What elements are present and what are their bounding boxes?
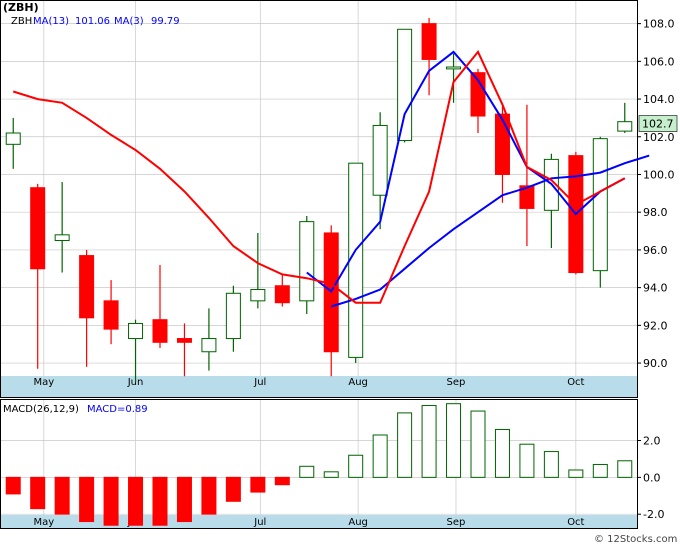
price-month-label: Sep: [447, 377, 466, 388]
macd-bar: [543, 451, 559, 478]
macd-bar: [54, 476, 70, 515]
price-panel: [0, 0, 638, 398]
legend-ma13-label: MA(13): [33, 16, 69, 27]
candle-body: [103, 300, 119, 330]
price-tick-label: 100.0: [643, 168, 675, 181]
macd-bar: [470, 410, 486, 478]
legend-ma13-value: 101.06: [75, 16, 110, 27]
macd-month-label: Aug: [348, 517, 368, 528]
candle-body: [5, 132, 21, 145]
macd-bar: [225, 476, 241, 502]
price-month-label: Jul: [253, 377, 266, 388]
candle-body: [128, 322, 144, 340]
macd-bar: [421, 405, 437, 478]
candle-body: [250, 289, 266, 302]
candle-body: [201, 338, 217, 353]
copyright: © 12Stocks.com: [594, 534, 677, 545]
macd-tick-label: 0.0: [643, 471, 661, 484]
price-tick-label: 90.0: [643, 357, 668, 370]
price-tick-label: 108.0: [643, 18, 675, 31]
macd-tick-label: 2.0: [643, 435, 661, 448]
stock-chart: May Jun Jul Aug Sep Oct 90.092.094.096.098.01…: [0, 0, 678, 545]
price-tick-label: 92.0: [643, 319, 668, 332]
price-tick-label: 104.0: [643, 93, 675, 106]
candle-body: [225, 292, 241, 340]
macd-bar: [397, 412, 413, 478]
price-tick-label: 98.0: [643, 206, 668, 219]
macd-title: MACD(26,12,9): [3, 404, 79, 415]
macd-month-label: May: [33, 517, 54, 528]
price-tick-label: 106.0: [643, 55, 675, 68]
candle-body: [494, 113, 510, 175]
macd-bar: [494, 428, 510, 478]
price-month-label: May: [33, 377, 54, 388]
candle-body: [79, 255, 95, 319]
price-tick-label: 94.0: [643, 282, 668, 295]
candle-body: [176, 338, 192, 343]
macd-bar: [446, 403, 462, 478]
candle-body: [372, 124, 388, 196]
macd-bar: [250, 476, 266, 493]
macd-bar: [348, 454, 364, 478]
candle-body: [421, 23, 437, 60]
macd-bar: [372, 434, 388, 478]
last-price-tag: 102.7: [638, 115, 678, 132]
macd-bar: [176, 476, 192, 523]
legend-ticker: ZBH: [11, 16, 32, 27]
macd-bar: [274, 476, 290, 486]
macd-bar: [617, 460, 633, 478]
candle-body: [152, 319, 168, 343]
svg-text:102.7: 102.7: [642, 118, 674, 131]
macd-bar: [299, 465, 315, 478]
macd-month-label: Jul: [253, 517, 266, 528]
macd-bar: [128, 476, 144, 526]
candle-body: [397, 28, 413, 142]
macd-tick-label: -2.0: [643, 508, 664, 521]
price-tick-label: 96.0: [643, 244, 668, 257]
macd-month-label: Sep: [447, 517, 466, 528]
price-axis-band: [1, 376, 637, 397]
candle-body: [30, 187, 46, 270]
macd-bar: [103, 476, 119, 526]
candle-body: [446, 66, 462, 70]
chart-title: (ZBH): [3, 1, 39, 14]
macd-bar: [152, 476, 168, 526]
candle-body: [274, 285, 290, 304]
price-month-label: Aug: [348, 377, 368, 388]
legend-ma3-label: MA(3): [114, 16, 144, 27]
candle-body: [592, 138, 608, 272]
macd-bar: [519, 443, 535, 478]
macd-bar: [5, 476, 21, 495]
macd-bar: [592, 463, 608, 478]
macd-bar: [30, 476, 46, 510]
price-month-label: Oct: [567, 377, 584, 388]
macd-bar: [568, 469, 584, 478]
candle-body: [348, 162, 364, 358]
candle-body: [54, 234, 70, 241]
macd-axis-band: [1, 515, 637, 528]
macd-bar: [79, 476, 95, 523]
price-axis: 90.0 92.0 94.0 96.0 98.0 100.0 102.0 104.0 106.0…: [637, 18, 675, 370]
macd-panel: [0, 399, 638, 529]
candle-body: [617, 121, 633, 132]
legend-ma3-value: 99.79: [151, 16, 180, 27]
macd-axis: -2.0 0.0 2.0: [637, 435, 664, 521]
macd-bar: [201, 476, 217, 515]
macd-value: MACD=0.89: [87, 404, 148, 415]
price-tick-label: 102.0: [643, 131, 675, 144]
candle-body: [299, 221, 315, 302]
macd-month-label: Oct: [567, 517, 584, 528]
macd-bar: [323, 471, 339, 478]
